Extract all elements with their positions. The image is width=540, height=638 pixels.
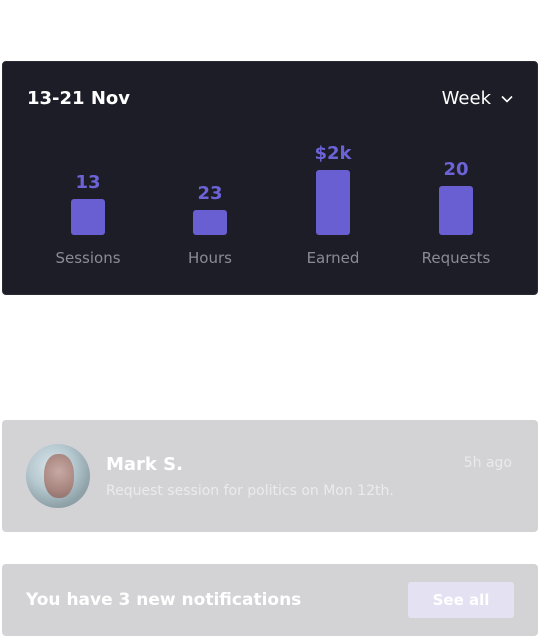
message-time: 5h ago [463,455,512,471]
stat-value: 20 [443,159,469,180]
stat-value: 23 [197,183,223,204]
chevron-down-icon [501,95,513,103]
stat-value: 13 [75,172,101,193]
stat-value: $2k [314,143,352,164]
stat-label: Hours [188,249,232,267]
stat-bar [71,199,105,235]
avatar [26,444,90,508]
stat-bar [439,186,473,235]
see-all-button[interactable]: See all [408,582,514,618]
stat-bar [316,170,350,235]
message-preview: Request session for politics on Mon 12th… [106,483,394,499]
stat-label: Earned [306,249,360,267]
stat-earned: $2k Earned [278,143,388,267]
stats-card: 13-21 Nov Week 13 Sessions 23 Hours $2k … [2,61,538,295]
message-card[interactable]: Mark S. 5h ago Request session for polit… [2,420,538,532]
stat-bar [193,210,227,235]
sender-name: Mark S. [106,454,183,475]
stat-label: Requests [421,249,491,267]
stat-sessions: 13 Sessions [33,172,143,267]
stat-hours: 23 Hours [155,183,265,267]
period-label: Week [441,88,491,109]
period-dropdown[interactable]: Week [442,88,513,109]
avatar-face [44,454,74,498]
date-range: 13-21 Nov [27,88,130,109]
notifications-banner: You have 3 new notifications See all [2,564,538,636]
notifications-text: You have 3 new notifications [26,590,302,610]
stat-requests: 20 Requests [401,159,511,267]
stat-label: Sessions [55,249,121,267]
